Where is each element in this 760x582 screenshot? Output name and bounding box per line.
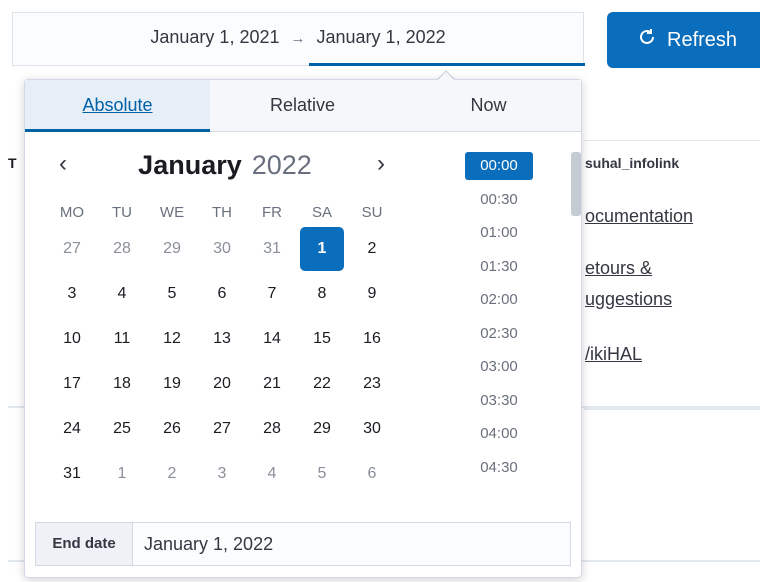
range-start[interactable]: January 1, 2021 — [150, 27, 279, 47]
calendar-day[interactable]: 10 — [50, 317, 94, 361]
calendar-day[interactable]: 4 — [250, 452, 294, 496]
calendar-day[interactable]: 26 — [150, 407, 194, 451]
calendar-day[interactable]: 20 — [200, 362, 244, 406]
weekday-label: WE — [159, 204, 185, 221]
selected-time[interactable]: 00:00 — [465, 152, 533, 180]
calendar-day[interactable]: 30 — [200, 227, 244, 271]
calendar-day[interactable]: 8 — [300, 272, 344, 316]
calendar-day[interactable]: 6 — [350, 452, 394, 496]
calendar-day[interactable]: 21 — [250, 362, 294, 406]
calendar-day[interactable]: 15 — [300, 317, 344, 361]
time-option[interactable]: 00:30 — [465, 186, 533, 214]
tab-absolute[interactable]: Absolute — [25, 80, 210, 132]
calendar-day[interactable]: 17 — [50, 362, 94, 406]
calendar-day[interactable]: 27 — [50, 227, 94, 271]
range-end[interactable]: January 1, 2022 — [317, 27, 446, 47]
time-option[interactable]: 04:30 — [465, 454, 533, 482]
calendar-day[interactable]: 22 — [300, 362, 344, 406]
calendar-day[interactable]: 19 — [150, 362, 194, 406]
date-picker-popover: Absolute Relative Now ‹ January 2022 › MO… — [24, 79, 582, 578]
month-year-title: January 2022 — [25, 150, 425, 181]
time-option[interactable]: 02:00 — [465, 286, 533, 314]
time-option[interactable]: 01:30 — [465, 253, 533, 281]
calendar-day[interactable]: 1 — [100, 452, 144, 496]
calendar-day[interactable]: 18 — [100, 362, 144, 406]
calendar-day[interactable]: 13 — [200, 317, 244, 361]
arrow-right-icon: → — [290, 30, 306, 47]
popover-caret-inner — [437, 72, 455, 81]
weekday-label: SU — [361, 204, 383, 221]
background-column-letter: T — [8, 155, 17, 171]
calendar-header: ‹ January 2022 › — [25, 148, 425, 188]
selected-day[interactable]: 1 — [300, 227, 344, 271]
range-end-underline — [309, 63, 585, 66]
calendar-day[interactable]: 6 — [200, 272, 244, 316]
time-option[interactable]: 02:30 — [465, 320, 533, 348]
calendar-day[interactable]: 5 — [150, 272, 194, 316]
time-option[interactable]: 04:00 — [465, 420, 533, 448]
time-list: 00:00 00:30 01:00 01:30 02:00 02:30 03:00 03:30… — [465, 152, 571, 502]
calendar-day[interactable]: 2 — [350, 227, 394, 271]
end-date-input[interactable]: January 1, 2022 — [144, 523, 273, 565]
calendar-day[interactable]: 30 — [350, 407, 394, 451]
calendar-day[interactable]: 3 — [200, 452, 244, 496]
chevron-right-icon[interactable]: › — [369, 152, 393, 176]
calendar-day[interactable]: 23 — [350, 362, 394, 406]
month-label[interactable]: January — [138, 150, 242, 180]
link-documentation[interactable]: ocumentation — [585, 206, 693, 227]
refresh-button[interactable]: Refresh — [607, 12, 760, 68]
weekday-label: TU — [112, 204, 132, 221]
calendar-day[interactable]: 31 — [250, 227, 294, 271]
background-heading: suhal_infolink — [585, 155, 680, 171]
time-option[interactable]: 01:00 — [465, 219, 533, 247]
end-date-label: End date — [36, 523, 133, 565]
calendar-day[interactable]: 31 — [50, 452, 94, 496]
date-range-bar[interactable]: January 1, 2021 → January 1, 2022 — [12, 12, 585, 66]
time-list-scrollbar[interactable] — [571, 152, 581, 216]
calendar-day[interactable]: 5 — [300, 452, 344, 496]
link-retours[interactable]: etours & — [585, 258, 652, 279]
weekday-label: FR — [262, 204, 282, 221]
calendar-day[interactable]: 9 — [350, 272, 394, 316]
calendar-day[interactable]: 29 — [300, 407, 344, 451]
calendar-day[interactable]: 2 — [150, 452, 194, 496]
link-suggestions[interactable]: uggestions — [585, 289, 672, 310]
calendar-day[interactable]: 25 — [100, 407, 144, 451]
weekday-label: SA — [311, 204, 332, 221]
weekday-label: TH — [212, 204, 232, 221]
calendar-day[interactable]: 16 — [350, 317, 394, 361]
refresh-label: Refresh — [667, 28, 738, 51]
calendar-day[interactable]: 11 — [100, 317, 144, 361]
calendar-day[interactable]: 27 — [200, 407, 244, 451]
tab-now[interactable]: Now — [396, 80, 581, 131]
picker-tabs: Absolute Relative Now — [25, 80, 581, 132]
tab-relative[interactable]: Relative — [210, 80, 395, 131]
calendar-day[interactable]: 4 — [100, 272, 144, 316]
time-option[interactable]: 03:30 — [465, 387, 533, 415]
calendar-day[interactable]: 14 — [250, 317, 294, 361]
calendar-day[interactable]: 7 — [250, 272, 294, 316]
calendar-day[interactable]: 28 — [100, 227, 144, 271]
calendar-day[interactable]: 3 — [50, 272, 94, 316]
calendar-day[interactable]: 29 — [150, 227, 194, 271]
link-wikihal[interactable]: /ikiHAL — [585, 344, 642, 365]
refresh-icon — [637, 27, 657, 53]
date-range-text: January 1, 2021 → January 1, 2022 — [13, 27, 583, 48]
year-label[interactable]: 2022 — [252, 150, 312, 180]
calendar-day[interactable]: 28 — [250, 407, 294, 451]
end-date-field: End date January 1, 2022 — [35, 522, 571, 566]
calendar-day[interactable]: 24 — [50, 407, 94, 451]
weekday-label: MO — [59, 204, 85, 221]
calendar-day[interactable]: 12 — [150, 317, 194, 361]
time-option[interactable]: 03:00 — [465, 353, 533, 381]
